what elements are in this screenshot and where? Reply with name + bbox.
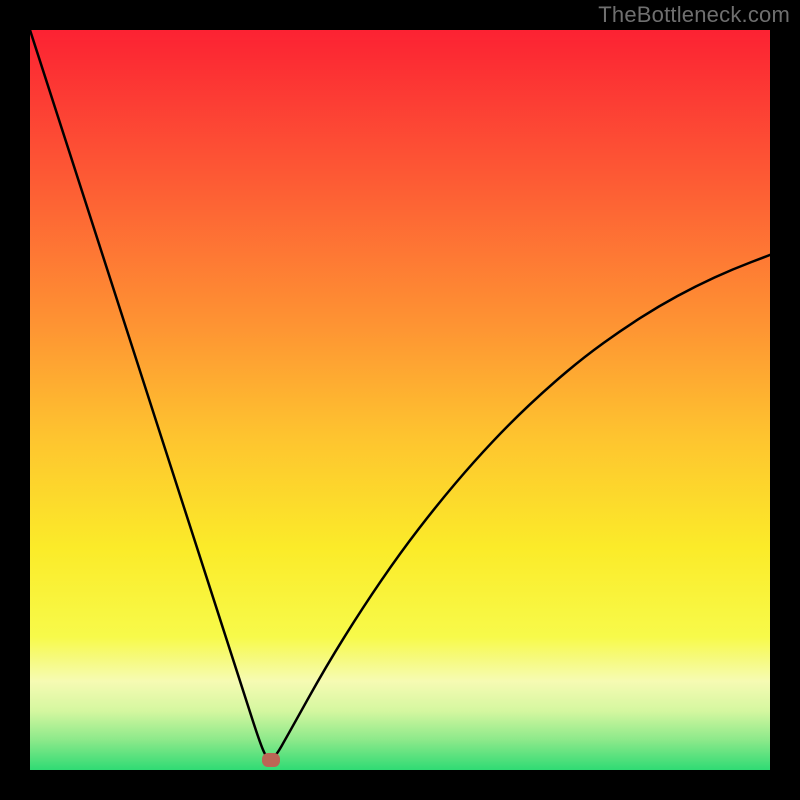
optimal-point-marker <box>262 753 280 767</box>
watermark-text: TheBottleneck.com <box>598 2 790 28</box>
gradient-rect <box>30 30 770 770</box>
chart-frame: TheBottleneck.com <box>0 0 800 800</box>
chart-svg <box>30 30 770 770</box>
plot-area <box>30 30 770 770</box>
